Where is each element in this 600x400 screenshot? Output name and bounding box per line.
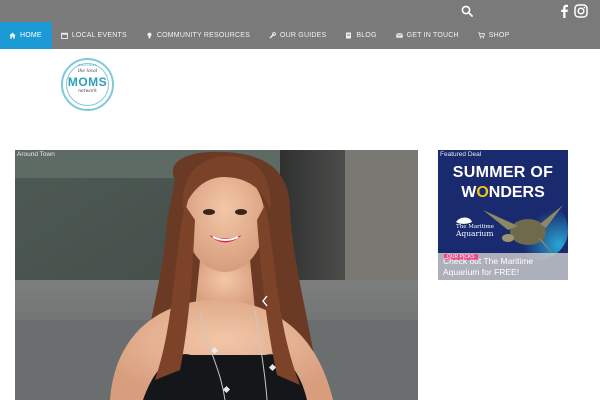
facebook-icon[interactable] [556, 3, 572, 19]
nav-item-label: Shop [488, 32, 510, 39]
main-nav: Home Local Events Community Resources Ou… [0, 22, 600, 49]
nav-item-label: Blog [356, 32, 377, 39]
nav-item-shop[interactable]: Shop [469, 22, 520, 49]
aquarium-logo-line2: Aquarium [456, 229, 494, 238]
calendar-icon [60, 32, 68, 39]
chevron-left-icon[interactable] [261, 294, 269, 307]
instagram-icon[interactable] [573, 3, 589, 19]
logo-line1: the local [77, 69, 98, 74]
document-icon [345, 32, 352, 39]
nav-item-local-events[interactable]: Local Events [52, 22, 137, 49]
nav-item-get-in-touch[interactable]: Get in Touch [387, 22, 469, 49]
envelope-icon [395, 32, 403, 39]
nav-item-label: Home [20, 32, 42, 39]
lightbulb-icon [146, 32, 153, 39]
logo-line2: network [78, 89, 97, 94]
search-icon[interactable] [459, 3, 475, 19]
nav-item-blog[interactable]: Blog [336, 22, 386, 49]
logo-main: MOMS [67, 75, 108, 89]
deal-banner-subtitle: WONDERS [438, 184, 568, 202]
nav-item-our-guides[interactable]: Our Guides [260, 22, 336, 49]
featured-deal-card[interactable]: Featured Deal SUMMER OF WONDERS The Mari… [438, 150, 568, 280]
nav-item-label: Community Resources [156, 32, 250, 39]
deal-category-label: Featured Deal [440, 151, 482, 158]
deal-caption-link[interactable]: Check out The Maritime Aquarium for FREE… [443, 256, 563, 278]
deal-banner-subtitle-text: WONDERS [461, 184, 545, 201]
nav-item-home[interactable]: Home [0, 22, 52, 49]
nav-item-label: Get in Touch [406, 32, 459, 39]
cart-icon [477, 32, 485, 39]
hero-category-label: Around Town [17, 151, 55, 158]
wrench-icon [269, 32, 276, 39]
nav-item-community-resources[interactable]: Community Resources [137, 22, 260, 49]
deal-banner-accent-letter: O [476, 184, 489, 201]
aquarium-logo: The Maritime Aquarium [456, 224, 494, 238]
home-icon [9, 32, 16, 39]
hero-feature[interactable]: Around Town [15, 150, 418, 400]
logo-location: Greenwich [78, 63, 97, 67]
nav-item-label: Local Events [71, 32, 127, 39]
top-bar [0, 0, 600, 22]
nav-item-label: Our Guides [280, 32, 327, 39]
hero-image [15, 150, 418, 400]
deal-banner-title: SUMMER OF [452, 164, 554, 181]
site-logo[interactable]: Greenwich the local MOMS network [61, 58, 114, 111]
